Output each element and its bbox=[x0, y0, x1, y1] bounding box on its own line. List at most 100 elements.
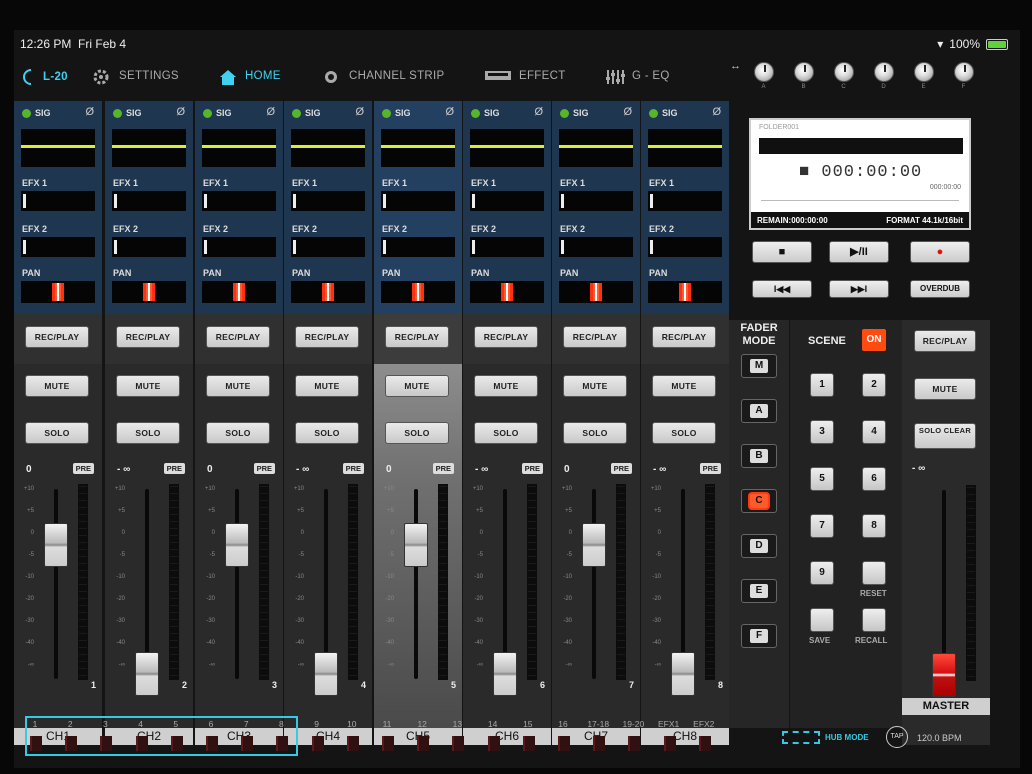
nav-settings[interactable]: SETTINGS bbox=[92, 68, 179, 85]
hpf-display[interactable] bbox=[648, 129, 722, 167]
solo-button[interactable]: SOLO bbox=[206, 422, 270, 444]
efx1-send-slider[interactable] bbox=[381, 191, 455, 211]
fader-cap[interactable] bbox=[135, 652, 159, 696]
solo-button[interactable]: SOLO bbox=[652, 422, 716, 444]
solo-clear-button[interactable]: SOLO CLEAR bbox=[914, 423, 976, 449]
solo-button[interactable]: SOLO bbox=[563, 422, 627, 444]
efx1-send-slider[interactable] bbox=[559, 191, 633, 211]
phase-invert-icon[interactable]: Ø bbox=[534, 106, 543, 118]
efx2-send-slider[interactable] bbox=[470, 237, 544, 257]
fader-track[interactable] bbox=[324, 489, 328, 679]
scene-7-button[interactable]: 7 bbox=[810, 514, 834, 538]
mute-button[interactable]: MUTE bbox=[563, 375, 627, 397]
solo-button[interactable]: SOLO bbox=[295, 422, 359, 444]
efx1-send-slider[interactable] bbox=[112, 191, 186, 211]
solo-button[interactable]: SOLO bbox=[385, 422, 449, 444]
efx1-send-slider[interactable] bbox=[470, 191, 544, 211]
scene-4-button[interactable]: 4 bbox=[862, 420, 886, 444]
fader-mode-c-button[interactable]: C bbox=[741, 489, 777, 513]
knob-a[interactable]: A bbox=[752, 62, 775, 90]
mute-button[interactable]: MUTE bbox=[25, 375, 89, 397]
mute-button[interactable]: MUTE bbox=[116, 375, 180, 397]
master-rec-play-button[interactable]: REC/PLAY bbox=[914, 330, 976, 352]
fader-track[interactable] bbox=[592, 489, 596, 679]
fader-mode-b-button[interactable]: B bbox=[741, 444, 777, 468]
fader-track[interactable] bbox=[235, 489, 239, 679]
scene-1-button[interactable]: 1 bbox=[810, 373, 834, 397]
fader-track[interactable] bbox=[414, 489, 418, 679]
rec-play-button[interactable]: REC/PLAY bbox=[25, 326, 89, 348]
nav-home[interactable]: HOME bbox=[218, 68, 281, 85]
record-button[interactable]: ● bbox=[910, 241, 970, 263]
nav-geq[interactable]: G - EQ bbox=[605, 68, 670, 84]
rec-play-button[interactable]: REC/PLAY bbox=[295, 326, 359, 348]
rec-play-button[interactable]: REC/PLAY bbox=[563, 326, 627, 348]
pan-slider[interactable] bbox=[470, 281, 544, 303]
fader-mode-e-button[interactable]: E bbox=[741, 579, 777, 603]
efx1-send-slider[interactable] bbox=[291, 191, 365, 211]
pre-badge[interactable]: PRE bbox=[72, 463, 94, 474]
phase-invert-icon[interactable]: Ø bbox=[266, 106, 275, 118]
phase-invert-icon[interactable]: Ø bbox=[355, 106, 364, 118]
rec-play-button[interactable]: REC/PLAY bbox=[206, 326, 270, 348]
fader-mode-m-button[interactable]: M bbox=[741, 354, 777, 378]
scene-9-button[interactable]: 9 bbox=[810, 561, 834, 585]
fader-track[interactable] bbox=[503, 489, 507, 679]
phase-invert-icon[interactable]: Ø bbox=[85, 106, 94, 118]
phase-invert-icon[interactable]: Ø bbox=[623, 106, 632, 118]
pre-badge[interactable]: PRE bbox=[432, 463, 454, 474]
pre-badge[interactable]: PRE bbox=[163, 463, 185, 474]
pre-badge[interactable]: PRE bbox=[699, 463, 721, 474]
pan-slider[interactable] bbox=[112, 281, 186, 303]
pan-slider[interactable] bbox=[381, 281, 455, 303]
efx2-send-slider[interactable] bbox=[21, 237, 95, 257]
hpf-display[interactable] bbox=[381, 129, 455, 167]
stop-button[interactable]: ■ bbox=[752, 241, 812, 263]
tap-tempo-button[interactable]: TAP bbox=[886, 726, 908, 748]
scene-2-button[interactable]: 2 bbox=[862, 373, 886, 397]
efx1-send-slider[interactable] bbox=[648, 191, 722, 211]
efx1-send-slider[interactable] bbox=[21, 191, 95, 211]
efx2-send-slider[interactable] bbox=[112, 237, 186, 257]
mute-button[interactable]: MUTE bbox=[295, 375, 359, 397]
link-icon[interactable]: ↔ bbox=[730, 60, 741, 72]
phase-invert-icon[interactable]: Ø bbox=[712, 106, 721, 118]
knob-f[interactable]: F bbox=[952, 62, 975, 90]
efx2-send-slider[interactable] bbox=[648, 237, 722, 257]
fader-track[interactable] bbox=[145, 489, 149, 679]
solo-button[interactable]: SOLO bbox=[116, 422, 180, 444]
pan-slider[interactable] bbox=[559, 281, 633, 303]
play-pause-button[interactable]: ▶/II bbox=[829, 241, 889, 263]
fader-cap[interactable] bbox=[314, 652, 338, 696]
phase-invert-icon[interactable]: Ø bbox=[176, 106, 185, 118]
efx1-send-slider[interactable] bbox=[202, 191, 276, 211]
fader-cap[interactable] bbox=[582, 522, 606, 567]
hpf-display[interactable] bbox=[470, 129, 544, 167]
solo-button[interactable]: SOLO bbox=[474, 422, 538, 444]
hpf-display[interactable] bbox=[112, 129, 186, 167]
pre-badge[interactable]: PRE bbox=[253, 463, 275, 474]
master-mute-button[interactable]: MUTE bbox=[914, 378, 976, 400]
nav-channel-strip[interactable]: CHANNEL STRIP bbox=[322, 68, 445, 84]
hpf-display[interactable] bbox=[21, 129, 95, 167]
scene-3-button[interactable]: 3 bbox=[810, 420, 834, 444]
fader-cap[interactable] bbox=[225, 522, 249, 567]
scene-save-button[interactable] bbox=[810, 608, 834, 632]
scene-on-button[interactable]: ON bbox=[862, 329, 886, 351]
fader-cap[interactable] bbox=[671, 652, 695, 696]
efx2-send-slider[interactable] bbox=[291, 237, 365, 257]
scene-6-button[interactable]: 6 bbox=[862, 467, 886, 491]
mute-button[interactable]: MUTE bbox=[206, 375, 270, 397]
pan-slider[interactable] bbox=[202, 281, 276, 303]
pan-slider[interactable] bbox=[648, 281, 722, 303]
fader-track[interactable] bbox=[681, 489, 685, 679]
fader-mode-d-button[interactable]: D bbox=[741, 534, 777, 558]
mute-button[interactable]: MUTE bbox=[652, 375, 716, 397]
pan-slider[interactable] bbox=[21, 281, 95, 303]
rec-play-button[interactable]: REC/PLAY bbox=[385, 326, 449, 348]
fader-cap[interactable] bbox=[44, 522, 68, 567]
efx2-send-slider[interactable] bbox=[559, 237, 633, 257]
rec-play-button[interactable]: REC/PLAY bbox=[652, 326, 716, 348]
efx2-send-slider[interactable] bbox=[381, 237, 455, 257]
rec-play-button[interactable]: REC/PLAY bbox=[474, 326, 538, 348]
